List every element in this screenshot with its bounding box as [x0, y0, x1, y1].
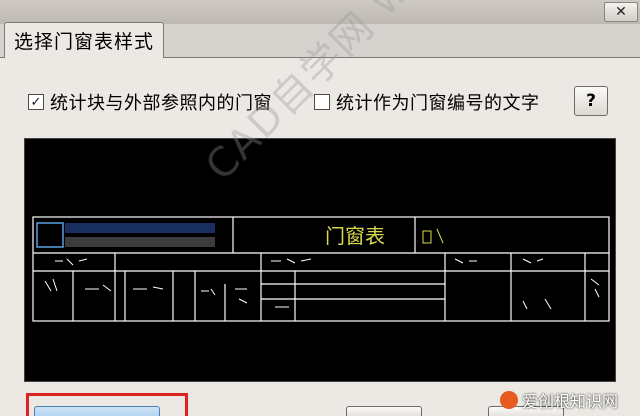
close-icon: ✕: [615, 4, 627, 20]
preview-table-drawing: 门窗表: [32, 216, 610, 322]
primary-button-partial[interactable]: [34, 406, 160, 416]
checkbox-box-checked[interactable]: ✓: [28, 94, 44, 110]
tab-door-window-style[interactable]: 选择门窗表样式: [4, 22, 164, 58]
close-button[interactable]: ✕: [604, 2, 638, 22]
watermark-logo-icon: [500, 391, 518, 409]
style-preview[interactable]: 门窗表: [24, 138, 616, 382]
corner-watermark: 爱创根知识网: [500, 384, 618, 416]
tab-label: 选择门窗表样式: [13, 31, 154, 53]
help-button[interactable]: ?: [574, 86, 608, 116]
checkbox-label-count-text: 统计作为门窗编号的文字: [336, 93, 540, 114]
help-icon: ?: [586, 91, 596, 111]
preview-cad-title: 门窗表: [325, 224, 385, 248]
checkbox-count-text[interactable]: 统计作为门窗编号的文字: [314, 90, 540, 114]
button-partial-2[interactable]: [346, 406, 422, 416]
corner-watermark-text: 爱创根知识网: [522, 392, 619, 411]
